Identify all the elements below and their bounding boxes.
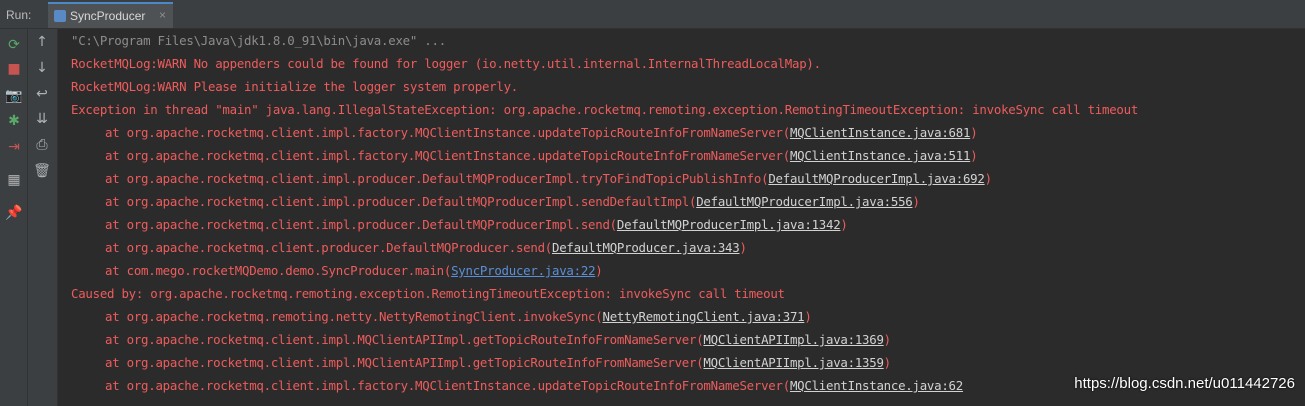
console-error-line: Caused by: org.apache.rocketmq.remoting.…	[71, 282, 785, 305]
line-text: Exception in thread "main" java.lang.Ill…	[71, 102, 1139, 117]
line-text: RocketMQLog:WARN No appenders could be f…	[71, 56, 821, 71]
down-arrow-icon[interactable]: ↓	[32, 58, 52, 78]
trash-icon[interactable]: 🗑	[32, 161, 52, 181]
console-error-line: Exception in thread "main" java.lang.Ill…	[71, 98, 1138, 121]
tab-title: SyncProducer	[70, 9, 146, 23]
line-suffix: )	[883, 332, 891, 347]
stack-frame-line: at org.apache.rocketmq.remoting.netty.Ne…	[71, 305, 812, 328]
stack-frame-line: at com.mego.rocketMQDemo.demo.SyncProduc…	[71, 259, 603, 282]
source-link[interactable]: MQClientAPIImpl.java:1369	[703, 332, 884, 347]
source-link[interactable]: SyncProducer.java:22	[451, 263, 595, 278]
stack-frame-line: at org.apache.rocketmq.client.impl.produ…	[71, 167, 992, 190]
up-arrow-icon[interactable]: ↑	[32, 32, 52, 52]
source-link[interactable]: MQClientAPIImpl.java:1359	[703, 355, 884, 370]
tab-syncproducer[interactable]: SyncProducer ×	[48, 2, 173, 28]
run-label: Run:	[6, 8, 32, 22]
console-command-line: "C:\Program Files\Java\jdk1.8.0_91\bin\j…	[71, 33, 446, 48]
line-text: at org.apache.rocketmq.client.impl.MQCli…	[105, 355, 704, 370]
watermark: https://blog.csdn.net/u011442726	[1074, 375, 1295, 392]
line-text: at org.apache.rocketmq.client.impl.produ…	[105, 171, 769, 186]
layout-icon[interactable]: ▦	[4, 170, 24, 190]
console-error-line: RocketMQLog:WARN No appenders could be f…	[71, 52, 821, 75]
console-error-line: RocketMQLog:WARN Please initialize the l…	[71, 75, 518, 98]
line-suffix: )	[970, 125, 978, 140]
line-suffix: )	[912, 194, 920, 209]
stack-frame-line: at org.apache.rocketmq.client.impl.produ…	[71, 213, 848, 236]
pin-icon[interactable]: 📌	[4, 203, 24, 223]
line-text: at org.apache.rocketmq.client.impl.facto…	[105, 148, 790, 163]
console-output[interactable]: "C:\Program Files\Java\jdk1.8.0_91\bin\j…	[58, 29, 1305, 406]
source-link[interactable]: MQClientInstance.java:511	[790, 148, 971, 163]
run-actions-toolbar: ⟳ ■ 📷 ✱ ⇥ ▦ 📌	[0, 29, 28, 406]
source-link[interactable]: NettyRemotingClient.java:371	[602, 309, 804, 324]
line-suffix: )	[595, 263, 603, 278]
exit-icon[interactable]: ⇥	[4, 137, 24, 157]
stack-frame-line: at org.apache.rocketmq.client.impl.facto…	[71, 121, 978, 144]
run-config-icon	[54, 10, 66, 22]
stack-frame-line: at org.apache.rocketmq.client.impl.facto…	[71, 144, 978, 167]
soft-wrap-icon[interactable]: ↩	[32, 84, 52, 104]
stop-icon[interactable]: ■	[4, 59, 24, 79]
rerun-icon[interactable]: ⟳	[4, 35, 24, 55]
close-icon[interactable]: ×	[159, 8, 166, 22]
stack-frame-line: at org.apache.rocketmq.client.impl.facto…	[71, 374, 963, 397]
print-icon[interactable]: ⎙	[32, 135, 52, 155]
line-text: at org.apache.rocketmq.client.impl.facto…	[105, 125, 790, 140]
run-tool-window-header: Run: SyncProducer ×	[0, 0, 1305, 29]
line-suffix: )	[883, 355, 891, 370]
line-suffix: )	[840, 217, 848, 232]
debug-icon[interactable]: ✱	[4, 111, 24, 131]
camera-icon[interactable]: 📷	[4, 86, 24, 106]
line-suffix: )	[984, 171, 992, 186]
line-text: Caused by: org.apache.rocketmq.remoting.…	[71, 286, 785, 301]
line-text: RocketMQLog:WARN Please initialize the l…	[71, 79, 519, 94]
stack-frame-line: at org.apache.rocketmq.client.impl.MQCli…	[71, 328, 891, 351]
scroll-to-end-icon[interactable]: ⇊	[32, 109, 52, 129]
source-link[interactable]: DefaultMQProducerImpl.java:1342	[617, 217, 841, 232]
source-link[interactable]: DefaultMQProducerImpl.java:692	[768, 171, 985, 186]
console-actions-toolbar: ↑ ↓ ↩ ⇊ ⎙ 🗑	[28, 29, 58, 406]
line-suffix: )	[970, 148, 978, 163]
line-text: at org.apache.rocketmq.client.producer.D…	[105, 240, 553, 255]
line-suffix: )	[804, 309, 812, 324]
source-link[interactable]: MQClientInstance.java:681	[790, 125, 971, 140]
stack-frame-line: at org.apache.rocketmq.client.impl.MQCli…	[71, 351, 891, 374]
line-text: at com.mego.rocketMQDemo.demo.SyncProduc…	[105, 263, 452, 278]
line-text: at org.apache.rocketmq.client.impl.produ…	[105, 217, 617, 232]
source-link[interactable]: DefaultMQProducerImpl.java:556	[696, 194, 913, 209]
line-text: at org.apache.rocketmq.client.impl.MQCli…	[105, 332, 704, 347]
source-link[interactable]: MQClientInstance.java:62	[790, 378, 963, 393]
stack-frame-line: at org.apache.rocketmq.client.impl.produ…	[71, 190, 920, 213]
line-text: at org.apache.rocketmq.remoting.netty.Ne…	[105, 309, 603, 324]
stack-frame-line: at org.apache.rocketmq.client.producer.D…	[71, 236, 747, 259]
source-link[interactable]: DefaultMQProducer.java:343	[552, 240, 740, 255]
line-suffix: )	[739, 240, 747, 255]
line-text: at org.apache.rocketmq.client.impl.produ…	[105, 194, 697, 209]
line-text: at org.apache.rocketmq.client.impl.facto…	[105, 378, 790, 393]
